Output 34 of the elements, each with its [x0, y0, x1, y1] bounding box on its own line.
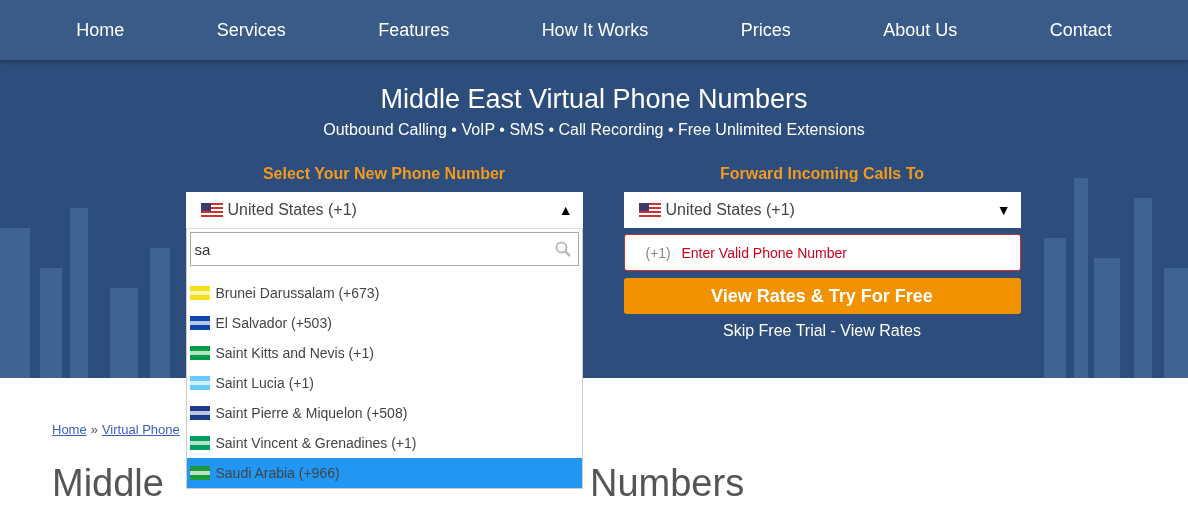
country-option[interactable]: Saint Pierre & Miquelon (+508): [186, 398, 582, 428]
search-field[interactable]: sa: [189, 232, 579, 266]
nav-link[interactable]: Features: [378, 19, 450, 41]
nav-link[interactable]: Prices: [740, 19, 791, 41]
country-option[interactable]: El Salvador (+503): [186, 308, 582, 338]
country-option[interactable]: Saint Lucia (+1): [186, 368, 582, 398]
flag-icon: [638, 202, 661, 218]
page-title: Numbers: [590, 462, 745, 505]
search-icon: [554, 241, 571, 257]
nav-link[interactable]: Home: [76, 19, 125, 41]
breadcrumb-link[interactable]: Home: [52, 422, 87, 437]
hero-subtitle: Outbound Calling • VoIP • SMS • Call Recording • Free Unlimited Extensions: [323, 121, 865, 139]
page-title: Middle: [52, 462, 164, 505]
country-option[interactable]: Saint Kitts and Nevis (+1): [186, 338, 582, 368]
breadcrumb-separator: »: [90, 422, 98, 437]
flag-icon: [200, 202, 223, 218]
country-option[interactable]: Brunei Darussalam (+673): [186, 278, 582, 308]
breadcrumb-link[interactable]: Virtual Phone: [101, 422, 180, 437]
country-select[interactable]: United States (+1) ▼: [623, 192, 1021, 228]
nav-link[interactable]: Services: [216, 19, 286, 41]
field-label: Forward Incoming Calls To: [718, 165, 926, 183]
country-option[interactable]: Saint Vincent & Grenadines (+1): [186, 428, 582, 458]
caret-icon: ▼: [996, 202, 1011, 218]
nav-link[interactable]: About Us: [883, 19, 958, 41]
nav-link[interactable]: How It Works: [541, 19, 649, 41]
dial-prefix: (+1): [645, 245, 671, 261]
select-value: United States (+1): [227, 201, 358, 219]
select-value: United States (+1): [665, 201, 796, 219]
country-select[interactable]: United States (+1) ▲: [185, 192, 583, 228]
field-label: Select Your New Phone Number: [261, 165, 507, 183]
caret-icon: ▲: [558, 202, 573, 218]
nav-link[interactable]: Contact: [1049, 19, 1112, 41]
skip-trial-link[interactable]: Skip Free Trial - View Rates: [723, 322, 921, 340]
hero-title: Middle East Virtual Phone Numbers: [380, 84, 808, 115]
